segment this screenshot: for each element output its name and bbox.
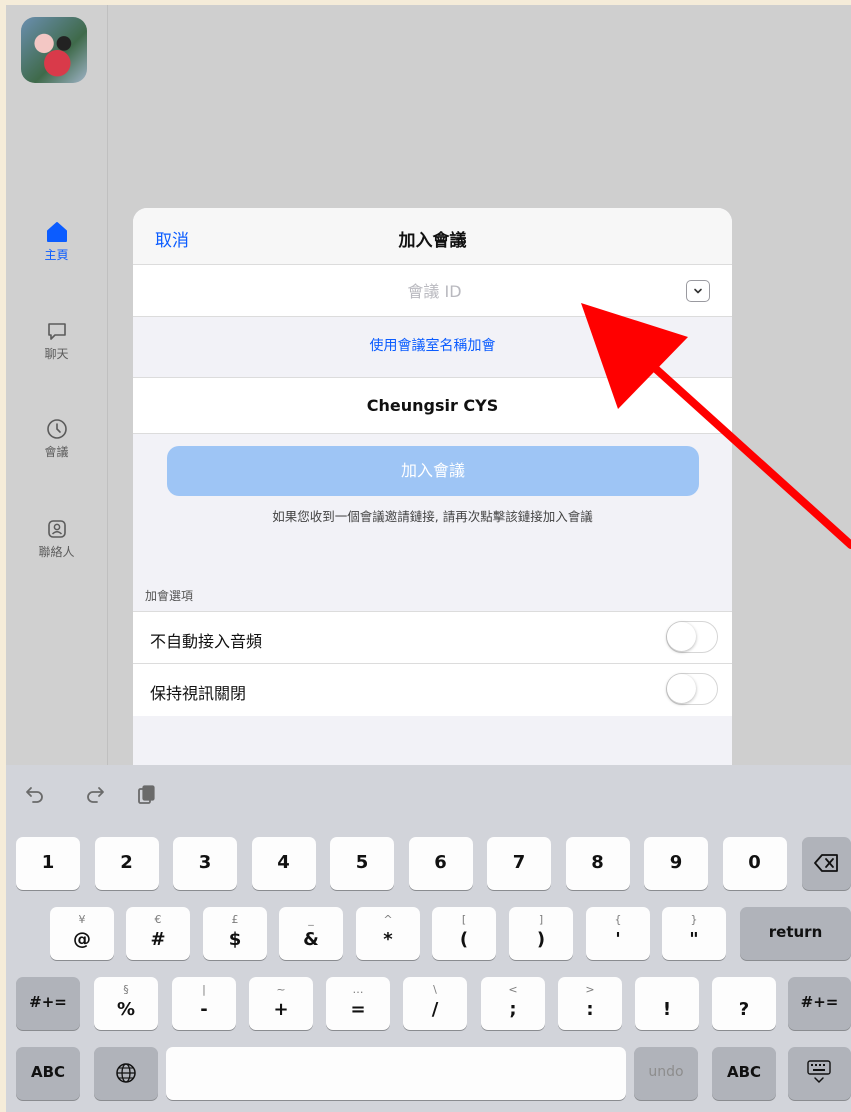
key-label: - (200, 999, 208, 1020)
key-4[interactable]: 4 (251, 837, 316, 890)
keyboard-dismiss-icon (807, 1060, 831, 1084)
key-symbol[interactable]: ! (635, 977, 699, 1030)
key-label: ( (459, 929, 469, 950)
abc-key-right[interactable]: ABC (712, 1047, 776, 1100)
key-alt-char: > (585, 983, 595, 996)
key-2[interactable]: 2 (94, 837, 159, 890)
dismiss-keyboard-key[interactable] (788, 1047, 851, 1100)
abc-key[interactable]: ABC (16, 1047, 80, 1100)
key-label: 1 (41, 852, 55, 873)
key-alt-char: … (352, 983, 364, 996)
key-label: 6 (434, 852, 447, 873)
key-6[interactable]: 6 (408, 837, 473, 890)
undo-key[interactable]: undo (634, 1047, 698, 1100)
key-alt-char: | (202, 983, 206, 996)
key-alt-char: € (154, 913, 162, 926)
key-symbol[interactable]: >: (558, 977, 622, 1030)
key-alt-char: £ (231, 913, 239, 926)
undo-icon[interactable] (22, 783, 46, 807)
return-key[interactable]: return (740, 907, 851, 960)
key-label: 0 (748, 852, 761, 873)
key-8[interactable]: 8 (565, 837, 630, 890)
key-label: ! (662, 999, 672, 1020)
key-alt-char: [ (461, 913, 467, 926)
key-label: 8 (591, 852, 604, 873)
key-label: 5 (355, 852, 369, 873)
key-alt-char: § (123, 983, 129, 996)
key-label: ABC (726, 1063, 762, 1081)
key-symbol[interactable]: | - (172, 977, 236, 1030)
key-label: @ (73, 929, 91, 950)
key-label: ' (615, 929, 621, 950)
key-label: ; (509, 999, 517, 1020)
clipboard-icon[interactable] (134, 783, 158, 807)
key-symbol[interactable]: £ $ (203, 907, 267, 960)
screen: 主頁 聊天 會議 聯絡人 加入會議 取消 會議 ID 使用會議室名稱加會 Che… (6, 5, 851, 1112)
symbols-toggle-key[interactable]: #+= (16, 977, 80, 1030)
key-label: 9 (669, 852, 683, 873)
key-alt-char: < (508, 983, 518, 996)
key-label: # (150, 929, 166, 950)
key-symbol[interactable]: _ & (279, 907, 343, 960)
key-symbol[interactable]: } " (662, 907, 726, 960)
key-label: * (383, 929, 393, 950)
key-symbol[interactable]: [( (432, 907, 496, 960)
redo-icon[interactable] (84, 783, 108, 807)
key-alt-char: ^ (383, 913, 393, 926)
key-alt-char: ] (538, 913, 544, 926)
key-alt-char: _ (308, 913, 314, 926)
key-9[interactable]: 9 (644, 837, 708, 890)
key-label: : (586, 999, 594, 1020)
key-label: & (303, 929, 319, 950)
key-label: ) (536, 929, 546, 950)
symbols-toggle-key-right[interactable]: #+= (788, 977, 851, 1030)
key-label: " (689, 929, 699, 950)
key-label: ? (738, 999, 750, 1020)
key-label: + (273, 999, 289, 1020)
key-label: / (431, 999, 439, 1020)
delete-key[interactable] (802, 837, 851, 890)
key-alt-char: } (690, 913, 698, 926)
key-label: return (768, 923, 823, 941)
key-symbol[interactable]: <; (481, 977, 545, 1030)
key-label: 3 (198, 852, 212, 873)
key-label: ABC (30, 1063, 66, 1081)
key-symbol[interactable]: ~ + (249, 977, 313, 1030)
key-1[interactable]: 1 (16, 837, 80, 890)
key-alt-char: ¥ (78, 913, 86, 926)
key-7[interactable]: 7 (487, 837, 551, 890)
key-alt-char: { (614, 913, 622, 926)
key-label: #+= (29, 993, 67, 1011)
key-3[interactable]: 3 (173, 837, 237, 890)
key-symbol[interactable]: … = (326, 977, 390, 1030)
delete-icon (814, 854, 838, 872)
key-0[interactable]: 0 (722, 837, 787, 890)
key-symbol[interactable]: \ / (403, 977, 467, 1030)
key-label: 7 (512, 852, 526, 873)
key-symbol[interactable]: ? (712, 977, 776, 1030)
key-label: $ (228, 929, 242, 950)
globe-key[interactable] (94, 1047, 158, 1100)
key-label: undo (648, 1064, 684, 1080)
key-symbol[interactable]: € # (126, 907, 190, 960)
key-symbol[interactable]: ]) (509, 907, 573, 960)
key-label: = (350, 999, 366, 1020)
key-label: 2 (120, 852, 133, 873)
key-5[interactable]: 5 (330, 837, 394, 890)
key-symbol[interactable]: ¥ @ (50, 907, 114, 960)
globe-icon (116, 1063, 136, 1083)
keyboard: 1 2 3 4 5 6 7 8 9 0 ¥ @ € # £ $ _ & ^ *[(]){'} " return #+= §% |… (6, 765, 851, 1112)
space-key[interactable] (166, 1047, 626, 1100)
key-label: % (116, 999, 136, 1020)
annotation-arrow (581, 303, 851, 549)
key-symbol[interactable]: {' (586, 907, 650, 960)
key-symbol[interactable]: ^ * (356, 907, 420, 960)
key-symbol[interactable]: §% (94, 977, 158, 1030)
key-alt-char: ~ (276, 983, 286, 996)
key-alt-char: \ (433, 983, 437, 996)
key-label: 4 (277, 852, 290, 873)
key-label: #+= (800, 993, 839, 1011)
